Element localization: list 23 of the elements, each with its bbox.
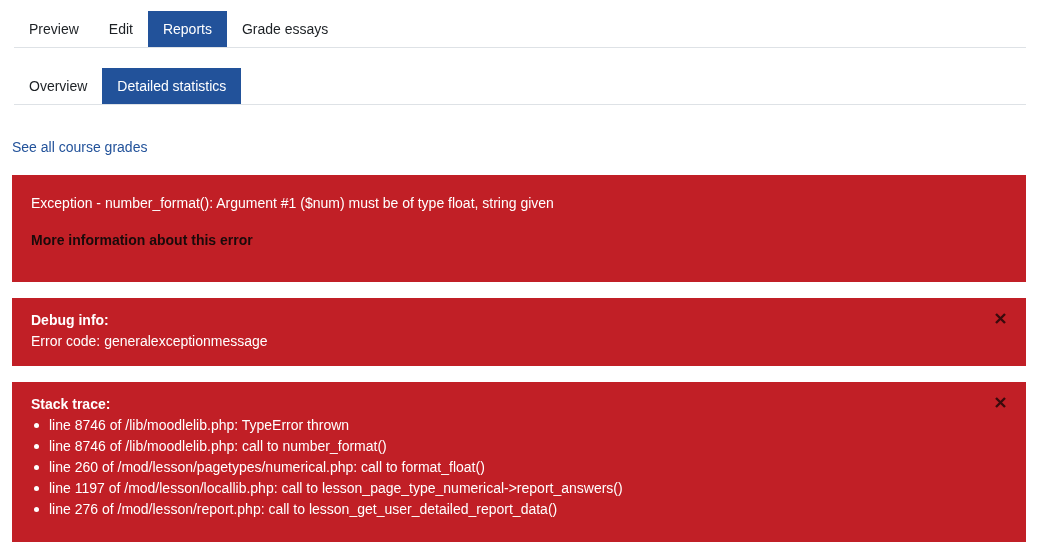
course-grades-link[interactable]: See all course grades [12, 137, 148, 158]
debug-title: Debug info: [31, 311, 109, 330]
stack-trace-line: line 8746 of /lib/moodlelib.php: TypeError thrown [49, 416, 350, 435]
bullet-icon [34, 423, 39, 428]
tab[interactable]: Grade essays [226, 11, 344, 47]
stack-trace-title: Stack trace: [31, 395, 111, 414]
tab[interactable]: Overview [14, 68, 103, 104]
tab[interactable]: Preview [14, 11, 94, 47]
exception-message: Exception - number_format(): Argument #1 ($num) must be of type float, string given [31, 194, 555, 213]
bullet-icon [34, 486, 39, 491]
tab[interactable]: Edit [93, 11, 148, 47]
tab[interactable]: Detailed statistics [102, 68, 242, 104]
tab[interactable]: Reports [147, 11, 227, 47]
stack-trace-line: line 1197 of /mod/lesson/locallib.php: call to lesson_page_type_numerical->report_answers() [49, 479, 623, 498]
stack-trace-line: line 276 of /mod/lesson/report.php: call to lesson_get_user_detailed_report_data() [49, 500, 558, 519]
stack-trace-line: line 8746 of /lib/moodlelib.php: call to number_format() [49, 437, 387, 456]
close-icon[interactable] [993, 395, 1008, 410]
error-code-text: Error code: generalexceptionmessage [31, 332, 269, 351]
bullet-icon [34, 444, 39, 449]
bullet-icon [34, 507, 39, 512]
stack-trace-line: line 260 of /mod/lesson/pagetypes/numerical.php: call to format_float() [49, 458, 485, 477]
bullet-icon [34, 465, 39, 470]
close-icon[interactable] [993, 311, 1008, 326]
